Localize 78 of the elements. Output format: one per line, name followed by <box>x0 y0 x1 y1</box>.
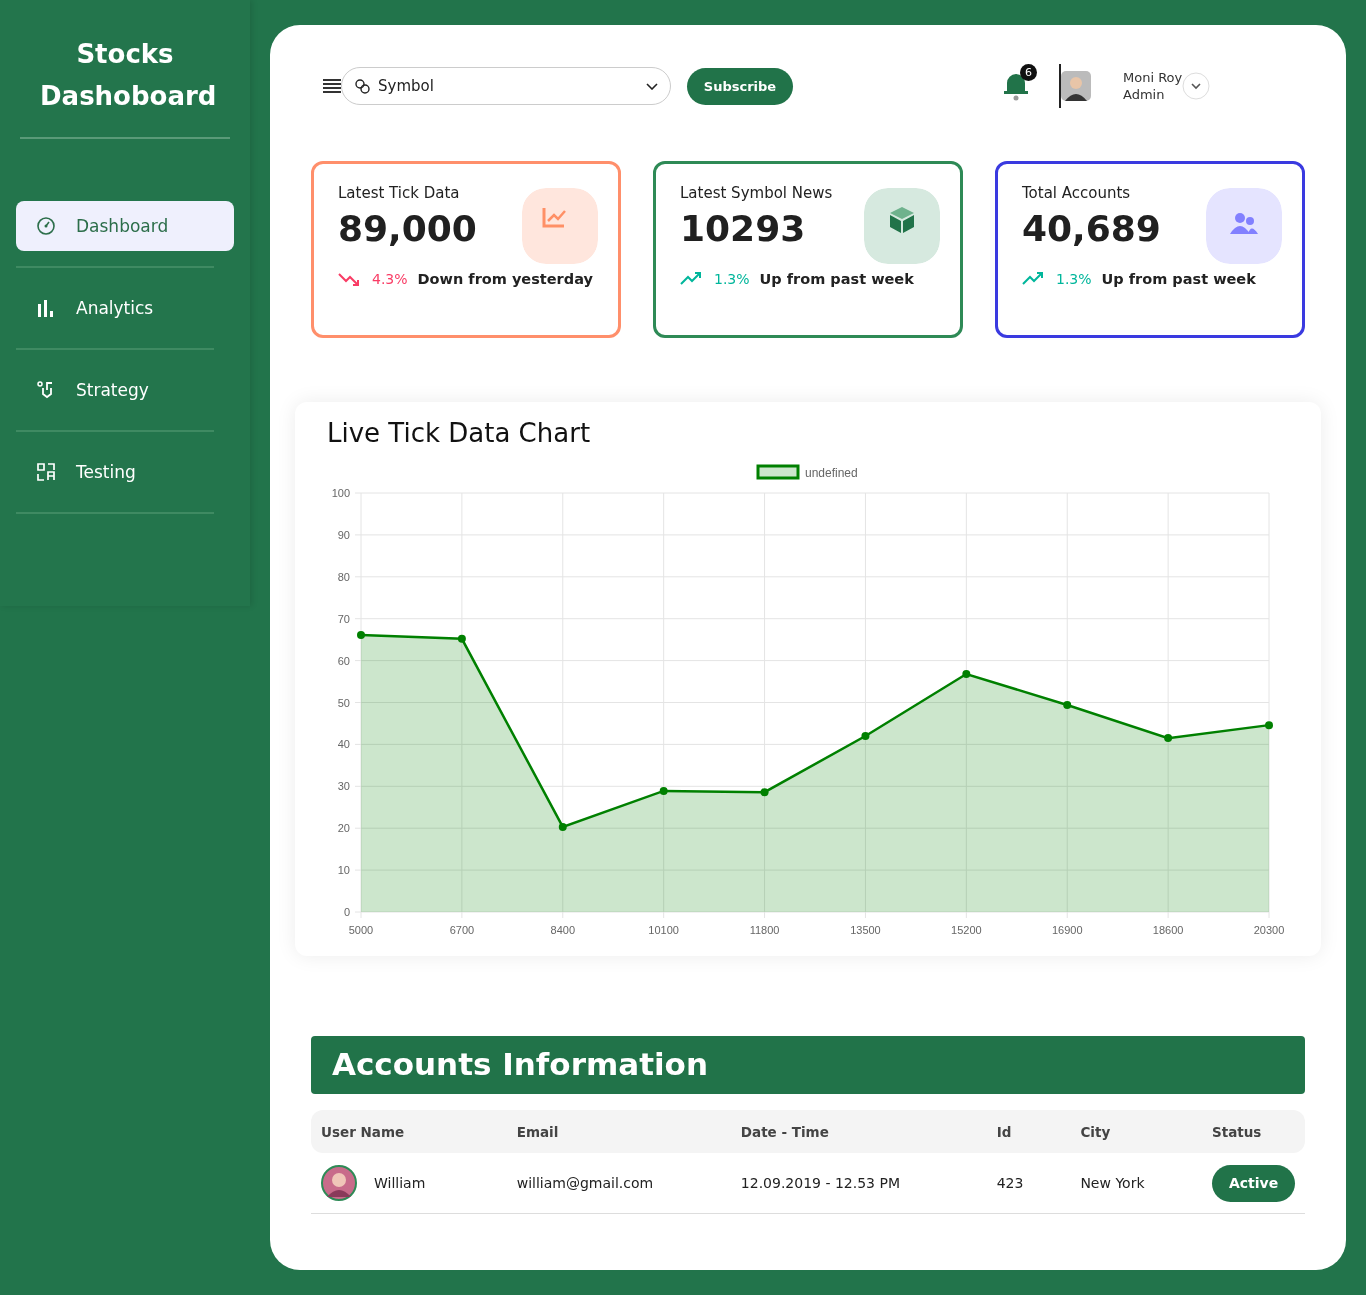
column-header: Email <box>506 1110 731 1153</box>
axis-label: 18600 <box>1152 924 1184 936</box>
column-header: User Name <box>311 1110 507 1153</box>
card-value: 89,000 <box>338 208 477 249</box>
table-cell: 423 <box>986 1153 1071 1214</box>
change-note: Up from past week <box>759 271 914 287</box>
change-value: 1.3% <box>714 271 750 287</box>
axis-label: 5000 <box>348 924 374 936</box>
data-point <box>1063 701 1072 709</box>
column-header: Status <box>1202 1110 1305 1153</box>
testing-icon <box>36 462 56 482</box>
change-value: 4.3% <box>372 271 408 287</box>
axis-label: 50 <box>337 696 350 709</box>
axis-label: 10 <box>337 864 350 877</box>
avatar-icon <box>321 1165 357 1201</box>
change-note: Down from yesterday <box>417 271 593 287</box>
card-title: Latest Symbol News <box>680 184 834 202</box>
data-point <box>962 670 971 678</box>
link-icon <box>354 78 370 94</box>
data-point <box>760 788 769 797</box>
axis-label: 16900 <box>1051 924 1083 936</box>
card-title: Latest Tick Data <box>338 184 461 202</box>
card-value: 10293 <box>680 208 806 249</box>
data-point <box>357 631 365 640</box>
axis-label: 20 <box>337 822 350 835</box>
section-title: Accounts Information <box>311 1036 1305 1094</box>
column-header: Date - Time <box>730 1110 987 1153</box>
table-cell: New York <box>1070 1153 1202 1214</box>
chart-title: Live Tick Data Chart <box>326 417 592 450</box>
axis-label: 6700 <box>449 924 475 936</box>
gauge-icon <box>36 216 56 236</box>
column-header: City <box>1070 1110 1202 1153</box>
data-point <box>558 822 567 831</box>
axis-label: 90 <box>337 528 350 541</box>
axis-label: 0 <box>343 906 350 918</box>
trend-up-icon <box>680 271 704 287</box>
users-icon <box>1206 188 1282 264</box>
axis-label: 15200 <box>951 924 982 936</box>
axis-label: 60 <box>337 654 350 667</box>
axis-label: 11800 <box>749 924 780 936</box>
trend-down-icon <box>338 271 362 287</box>
axis-label: 70 <box>337 612 350 625</box>
avatar-icon[interactable] <box>1061 71 1091 101</box>
data-point <box>1164 734 1173 743</box>
chevron-down-icon[interactable] <box>1182 72 1211 100</box>
card-value: 40,689 <box>1022 208 1161 249</box>
legend-label: undefined <box>805 466 858 480</box>
cube-icon <box>864 188 940 264</box>
user-name: William <box>374 1175 426 1191</box>
menu-icon[interactable] <box>323 79 341 93</box>
bar-chart-icon <box>36 298 56 318</box>
axis-label: 40 <box>337 738 350 751</box>
axis-label: 100 <box>331 487 350 499</box>
change-note: Up from past week <box>1101 271 1256 287</box>
subscribe-button[interactable]: Subscribe <box>687 67 793 105</box>
user-role: Admin <box>1123 86 1166 103</box>
data-point <box>659 786 668 795</box>
axis-label: 80 <box>337 570 350 583</box>
caret-icon <box>646 82 658 90</box>
data-point <box>861 732 870 740</box>
column-header: Id <box>986 1110 1071 1153</box>
trend-up-icon <box>1022 271 1046 287</box>
data-point <box>457 634 466 643</box>
axis-label: 10100 <box>648 924 679 936</box>
app-title: Stocks Dashoboard <box>20 0 230 139</box>
table-cell: william@gmail.com <box>506 1153 731 1214</box>
change-value: 1.3% <box>1056 271 1092 287</box>
line-chart-icon <box>522 188 598 264</box>
axis-label: 20300 <box>1253 924 1285 936</box>
table-cell: 12.09.2019 - 12.53 PM <box>730 1153 987 1214</box>
axis-label: 13500 <box>850 924 881 936</box>
user-name: Moni Roy <box>1123 69 1183 86</box>
notification-badge: 6 <box>1020 64 1037 81</box>
axis-label: 8400 <box>550 924 575 936</box>
card-title: Total Accounts <box>1022 184 1132 202</box>
axis-label: 30 <box>337 780 350 793</box>
data-point <box>1265 721 1273 730</box>
status-button[interactable]: Active <box>1212 1164 1295 1202</box>
